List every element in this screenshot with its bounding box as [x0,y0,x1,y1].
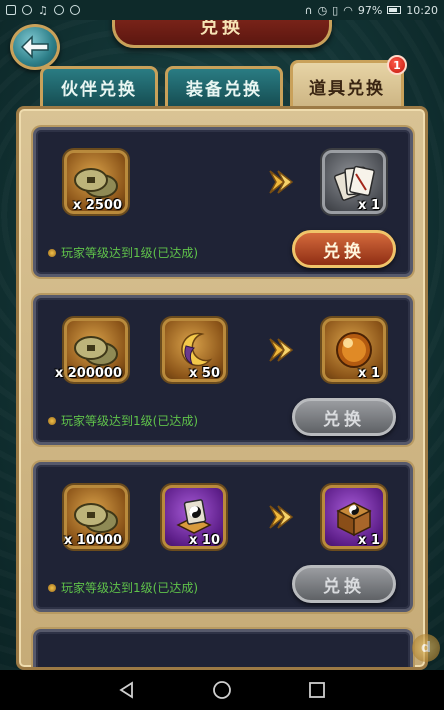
cost-quantity: x 10000 [63,533,122,548]
game-screen: 兑换 伙伴兑换 装备兑换 道具兑换 1 x 2500 x 1 玩家等级达到1级(… [0,20,444,670]
exchange-button[interactable]: 兑换 [292,398,396,436]
chat-notification-icon [22,5,32,15]
tab-label: 道具兑换 [309,79,385,99]
exchange-button[interactable]: 兑换 [292,565,396,603]
cost-quantity: x 50 [188,366,220,381]
alarm-icon: ◷ [317,3,328,17]
exchange-button-label: 兑换 [323,576,365,597]
nav-recents-button[interactable] [305,678,329,702]
requirement-label: 玩家等级达到1级(已达成) [61,414,198,428]
requirement-label: 玩家等级达到1级(已达成) [61,581,198,595]
cost-quantity: x 2500 [72,198,122,213]
title-plate: 兑换 [112,20,332,48]
notification-badge: 1 [387,55,407,75]
tab-item-exchange[interactable]: 道具兑换 1 [290,55,407,110]
reward-quantity: x 1 [358,533,380,548]
tab-label: 装备兑换 [186,80,262,100]
page-title: 兑换 [200,20,244,38]
square-recents-icon [308,682,325,698]
navigation-bar [0,670,444,710]
reward-item-slot[interactable]: x 1 [322,318,386,382]
battery-icon [387,6,402,14]
nav-back-button[interactable] [115,678,139,702]
tab-equipment-exchange[interactable]: 装备兑换 [165,66,283,106]
tab-label: 伙伴兑换 [61,80,137,100]
reward-item-slot[interactable]: x 1 [322,150,386,214]
clock: 10:20 [406,3,438,17]
copper-coins-icon [74,336,118,366]
back-button[interactable] [10,24,60,70]
cost-item-slot[interactable]: x 2500 [64,150,128,214]
cost-item-slot[interactable]: x 50 [162,318,226,382]
cost-quantity: x 200000 [54,366,122,381]
exchange-button-label: 兑换 [323,241,365,262]
reward-item-slot[interactable]: x 1 [322,485,386,549]
gallery-notification-icon [6,5,16,15]
bullet-icon [48,416,56,425]
back-arrow-icon [20,35,49,59]
exchange-button[interactable]: 兑换 [292,230,396,268]
cards-icon [333,165,375,201]
requirement-text: 玩家等级达到1级(已达成) [48,412,198,429]
exchange-arrow-icon [269,338,294,362]
floating-assistant-icon[interactable]: d [412,634,440,662]
headset-icon: ∩ [304,3,313,17]
bullet-icon [48,583,56,592]
battery-percent: 97% [357,3,383,17]
exchange-row: x 10000 x 10 x 1 玩家等级达到1级(已达成) 兑换 [33,462,413,612]
reward-quantity: x 1 [358,198,380,213]
copper-coins-icon [74,168,118,198]
location-notification-icon [69,5,80,15]
exchange-panel: x 2500 x 1 玩家等级达到1级(已达成) 兑换 x 200000 x 5… [16,106,428,670]
vibrate-icon: ▯ [332,3,339,17]
requirement-label: 玩家等级达到1级(已达成) [61,246,198,260]
tab-partner-exchange[interactable]: 伙伴兑换 [40,66,158,106]
cost-quantity: x 10 [188,533,220,548]
app-notification-icon [53,5,64,15]
requirement-text: 玩家等级达到1级(已达成) [48,579,198,596]
reward-quantity: x 1 [358,366,380,381]
cost-item-slot[interactable]: x 200000 [55,318,128,382]
exchange-row: x 2500 x 1 玩家等级达到1级(已达成) 兑换 [33,127,413,277]
copper-coins-icon [74,503,118,533]
status-bar: ♫ ∩ ◷ ▯ ◠ 97% 10:20 [0,0,444,20]
exchange-arrow-icon [269,505,294,529]
requirement-text: 玩家等级达到1级(已达成) [48,244,198,261]
triangle-back-icon [119,681,134,699]
bullet-icon [48,248,56,257]
wifi-icon: ◠ [343,3,353,17]
exchange-arrow-icon [269,170,294,194]
exchange-row: x 200000 x 50 x 1 玩家等级达到1级(已达成) 兑换 [33,295,413,445]
cost-item-slot[interactable]: x 10 [162,485,226,549]
exchange-button-label: 兑换 [323,409,365,430]
nav-home-button[interactable] [210,678,234,702]
music-notification-icon: ♫ [38,3,48,17]
exchange-row [33,629,413,667]
cost-item-slot[interactable]: x 10000 [64,485,128,549]
circle-home-icon [213,681,231,699]
